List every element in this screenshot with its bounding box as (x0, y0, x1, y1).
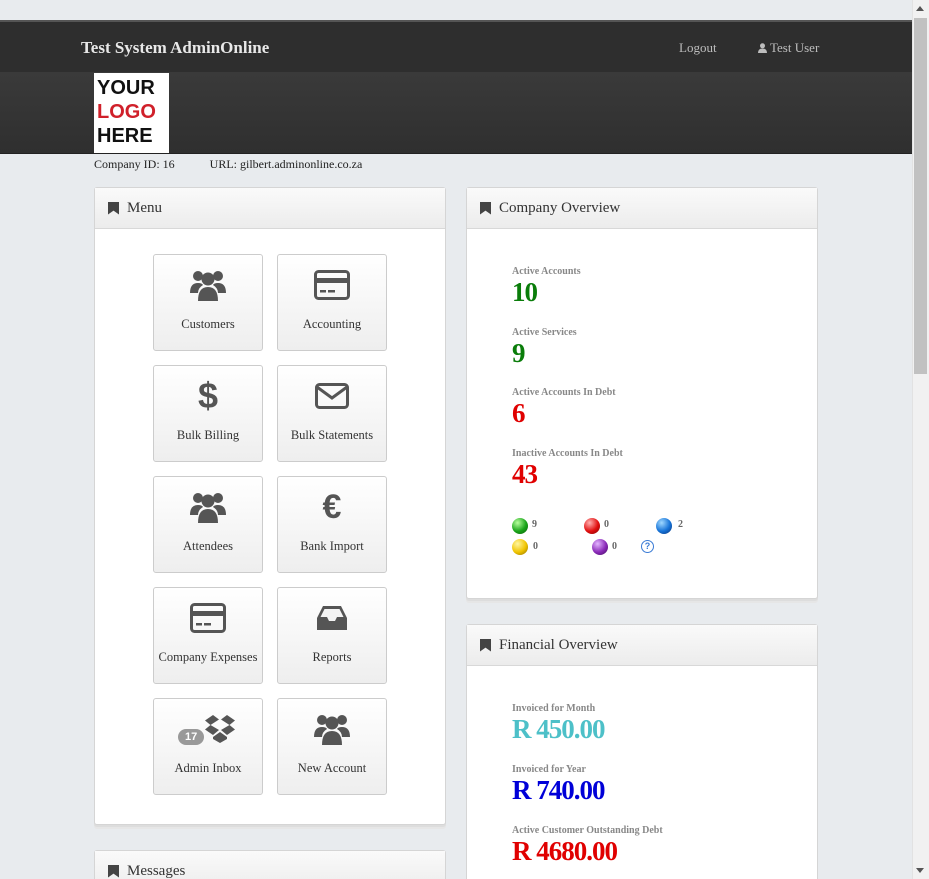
bookmark-icon (108, 864, 119, 878)
red-status-icon[interactable] (584, 518, 600, 534)
tile-accounting[interactable]: Accounting (277, 254, 387, 351)
top-navbar: Test System AdminOnline Logout Test User (0, 20, 912, 72)
top-strip (0, 0, 912, 20)
logo-line-3: HERE (97, 125, 153, 147)
credit-card-icon (314, 270, 350, 300)
user-icon (758, 43, 767, 53)
menu-panel: Menu Customers Accounting $ Bulk Billing (94, 187, 446, 825)
bookmark-icon (480, 638, 491, 652)
stat-value: 9 (512, 338, 525, 368)
menu-title: Menu (127, 199, 162, 216)
logout-link[interactable]: Logout (679, 40, 717, 56)
scroll-up-icon[interactable] (916, 6, 924, 11)
tile-label: New Account (297, 761, 367, 775)
tile-label: Company Expenses (158, 650, 258, 664)
credit-card-icon (190, 603, 226, 633)
dropbox-icon (205, 715, 235, 743)
logo-line-2: LOGO (97, 101, 156, 123)
user-name: Test User (770, 40, 820, 55)
envelope-icon (315, 383, 349, 409)
stat-value: 10 (512, 277, 538, 307)
tile-admin-inbox[interactable]: 17 Admin Inbox (153, 698, 263, 795)
tile-label: Reports (312, 650, 352, 664)
tile-company-expenses[interactable]: Company Expenses (153, 587, 263, 684)
tile-customers[interactable]: Customers (153, 254, 263, 351)
tile-reports[interactable]: Reports (277, 587, 387, 684)
tile-label: Bulk Statements (290, 428, 374, 442)
logo-line-1: YOUR (97, 77, 155, 99)
purple-status-icon[interactable] (592, 539, 608, 555)
company-id: Company ID: 16 (94, 157, 175, 171)
users-icon (190, 493, 226, 523)
scroll-down-icon[interactable] (916, 868, 924, 873)
financial-title: Financial Overview (499, 636, 618, 653)
stat-value: R 450.00 (512, 714, 605, 744)
blue-count: 2 (678, 519, 683, 530)
company-overview-panel: Company Overview Active Accounts 10 Acti… (466, 187, 818, 599)
stat-label: Active Customer Outstanding Debt (512, 825, 663, 836)
stat-label: Active Accounts In Debt (512, 387, 616, 398)
euro-icon: € (322, 487, 342, 526)
tile-label: Accounting (302, 317, 362, 331)
tile-label: Bulk Billing (176, 428, 240, 442)
blue-status-icon[interactable] (656, 518, 672, 534)
stat-value: R 4680.00 (512, 836, 618, 866)
green-status-icon[interactable] (512, 518, 528, 534)
stat-value: R 740.00 (512, 775, 605, 805)
brand-title[interactable]: Test System AdminOnline (81, 38, 269, 58)
inbox-icon (317, 606, 347, 630)
scrollbar-thumb[interactable] (914, 18, 927, 374)
tile-label: Attendees (183, 539, 233, 553)
yellow-count: 0 (533, 541, 538, 552)
stat-label: Active Services (512, 327, 577, 338)
stat-label: Inactive Accounts In Debt (512, 448, 623, 459)
stat-label: Invoiced for Year (512, 764, 586, 775)
tile-bulk-billing[interactable]: $ Bulk Billing (153, 365, 263, 462)
green-count: 9 (532, 519, 537, 530)
user-menu[interactable]: Test User (758, 40, 819, 56)
stat-value: 6 (512, 398, 525, 428)
messages-panel-header: Messages (95, 851, 445, 879)
financial-overview-panel: Financial Overview Invoiced for Month R … (466, 624, 818, 879)
company-logo: YOUR LOGO HERE (94, 73, 169, 153)
tile-bank-import[interactable]: € Bank Import (277, 476, 387, 573)
dollar-icon: $ (197, 375, 219, 416)
stat-label: Active Accounts (512, 266, 581, 277)
help-icon[interactable]: ? (641, 540, 654, 553)
tile-label: Customers (181, 317, 235, 331)
tile-attendees[interactable]: Attendees (153, 476, 263, 573)
tile-label: Bank Import (300, 539, 364, 553)
stat-label: Invoiced for Month (512, 703, 596, 714)
overview-title: Company Overview (499, 199, 621, 216)
users-icon (314, 715, 350, 745)
financial-panel-header: Financial Overview (467, 625, 817, 666)
users-icon (190, 271, 226, 301)
menu-panel-header: Menu (95, 188, 445, 229)
messages-panel: Messages (94, 850, 446, 879)
bookmark-icon (480, 201, 491, 215)
company-info: Company ID: 16 URL: gilbert.adminonline.… (94, 157, 394, 172)
messages-title: Messages (127, 862, 186, 879)
bookmark-icon (108, 201, 119, 215)
yellow-status-icon[interactable] (512, 539, 528, 555)
inbox-count-badge: 17 (178, 729, 205, 745)
red-count: 0 (604, 519, 609, 530)
tile-bulk-statements[interactable]: Bulk Statements (277, 365, 387, 462)
stat-value: 43 (512, 459, 538, 489)
tile-label: Admin Inbox (174, 761, 242, 775)
purple-count: 0 (612, 541, 617, 552)
company-url: URL: gilbert.adminonline.co.za (209, 157, 363, 171)
tile-new-account[interactable]: New Account (277, 698, 387, 795)
overview-panel-header: Company Overview (467, 188, 817, 229)
